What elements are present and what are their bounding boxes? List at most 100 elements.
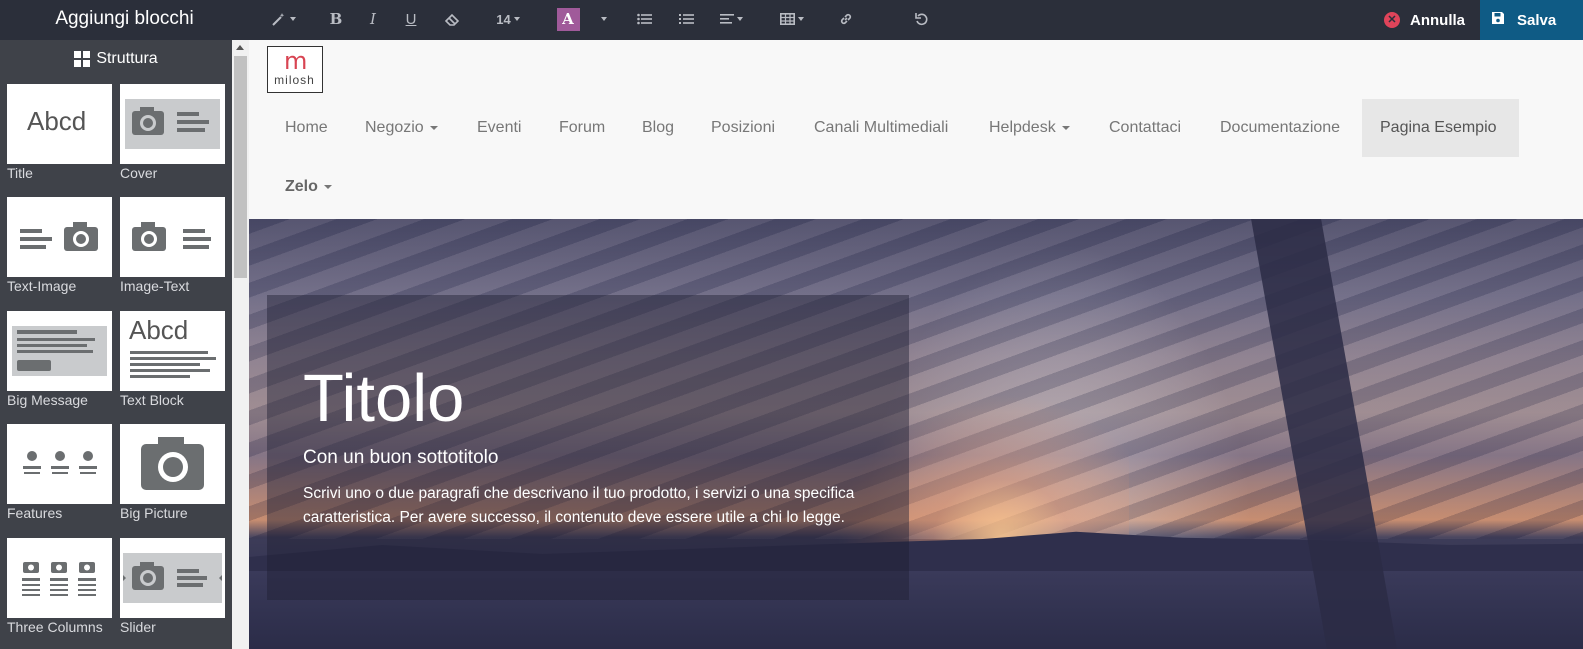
block-label: Three Columns <box>7 619 103 635</box>
italic-icon: I <box>370 10 376 28</box>
bold-button[interactable]: B <box>326 0 346 38</box>
nav-item-posizioni[interactable]: Posizioni <box>711 118 775 138</box>
nav-item-label: Zelo <box>285 178 318 195</box>
nav-item-home[interactable]: Home <box>285 118 328 138</box>
font-size-dropdown[interactable]: 14 <box>490 0 526 38</box>
numbered-list-icon <box>678 13 694 25</box>
nav-item-eventi[interactable]: Eventi <box>477 118 521 138</box>
block-label: Title <box>7 165 33 181</box>
undo-icon <box>915 12 929 26</box>
align-left-icon <box>719 13 734 25</box>
undo-button[interactable] <box>912 0 932 38</box>
nav-item-zelo[interactable]: Zelo <box>285 177 332 197</box>
hero-title[interactable]: Titolo <box>303 359 464 439</box>
magic-style-button[interactable] <box>266 0 300 38</box>
block-three-columns[interactable] <box>7 538 112 618</box>
block-label: Features <box>7 505 63 521</box>
block-label: Cover <box>120 165 158 181</box>
block-label: Image-Text <box>120 278 190 294</box>
block-text-block[interactable]: Abcd <box>120 311 225 391</box>
cover-thumbnail <box>125 99 220 149</box>
hero-subtitle[interactable]: Con un buon sottotitolo <box>303 447 498 469</box>
eraser-icon <box>444 13 460 26</box>
text-lines-icon <box>130 351 216 378</box>
logo-letter: m <box>284 47 308 75</box>
numbered-list-button[interactable] <box>676 0 696 38</box>
block-text-image[interactable] <box>7 197 112 277</box>
underline-button[interactable]: U <box>401 0 421 38</box>
text-image-thumbnail <box>20 222 98 251</box>
block-big-message[interactable] <box>7 311 112 391</box>
block-image-text[interactable] <box>120 197 225 277</box>
cancel-button[interactable]: ✕ Annulla <box>1370 0 1480 40</box>
features-thumbnail <box>23 451 97 474</box>
nav-item-documentazione[interactable]: Documentazione <box>1220 118 1340 138</box>
font-color-icon: A <box>556 7 580 31</box>
nav-item-label: Helpdesk <box>989 119 1056 136</box>
cover-text-box: Titolo Con un buon sottotitolo Scrivi un… <box>267 295 909 600</box>
structure-section-header: Struttura <box>0 40 232 78</box>
table-dropdown[interactable] <box>777 0 807 38</box>
cover-section[interactable]: Titolo Con un buon sottotitolo Scrivi un… <box>249 219 1583 649</box>
italic-button[interactable]: I <box>363 0 383 38</box>
block-features[interactable] <box>7 424 112 504</box>
block-slider[interactable] <box>120 538 225 618</box>
nav-item-forum[interactable]: Forum <box>559 118 605 138</box>
chevron-down-icon <box>600 17 607 21</box>
block-title[interactable]: Abcd <box>7 84 112 164</box>
font-size-value: 14 <box>496 11 511 27</box>
grid-icon <box>74 51 91 67</box>
cancel-icon: ✕ <box>1384 12 1400 28</box>
block-cover[interactable] <box>120 84 225 164</box>
blocks-sidebar: Struttura Abcd Title Cover Text-Image Im… <box>0 40 249 649</box>
bullet-list-button[interactable] <box>634 0 654 38</box>
eraser-button[interactable] <box>441 0 463 38</box>
abcd-thumbnail: Abcd <box>27 106 87 136</box>
save-label: Salva <box>1517 11 1557 29</box>
save-icon <box>1491 11 1505 29</box>
big-message-thumbnail <box>12 326 107 376</box>
nav-item-blog[interactable]: Blog <box>642 118 674 138</box>
block-label: Big Picture <box>120 505 188 521</box>
chevron-down-icon <box>1061 125 1070 130</box>
site-navbar: m milosh Home Negozio Eventi Forum Blog … <box>249 40 1583 219</box>
bullet-list-icon <box>636 13 652 25</box>
sidebar-title: Aggiungi blocchi <box>55 8 194 29</box>
chevron-down-icon <box>323 184 332 189</box>
structure-section-label: Struttura <box>96 50 158 67</box>
nav-item-pagina-esempio[interactable]: Pagina Esempio <box>1380 118 1497 138</box>
save-button[interactable]: Salva <box>1480 0 1583 40</box>
hero-paragraph[interactable]: Scrivi uno o due paragrafi che descrivan… <box>303 482 883 530</box>
block-label: Big Message <box>7 392 88 408</box>
logo-text: milosh <box>274 73 315 87</box>
nav-item-helpdesk[interactable]: Helpdesk <box>989 118 1070 138</box>
nav-item-canali-multimediali[interactable]: Canali Multimediali <box>814 118 948 138</box>
page-canvas: m milosh Home Negozio Eventi Forum Blog … <box>249 40 1583 649</box>
nav-item-contattaci[interactable]: Contattaci <box>1109 118 1181 138</box>
nav-item-label: Negozio <box>365 119 424 136</box>
sidebar-scrollbar-thumb[interactable] <box>234 56 247 278</box>
align-dropdown[interactable] <box>716 0 746 38</box>
image-text-thumbnail <box>132 222 211 251</box>
font-color-dropdown[interactable] <box>594 0 610 38</box>
three-columns-thumbnail <box>22 562 96 596</box>
underline-icon: U <box>405 10 417 28</box>
cancel-label: Annulla <box>1410 11 1465 29</box>
link-button[interactable] <box>836 0 856 38</box>
magic-wand-icon <box>271 12 287 26</box>
scroll-up-icon[interactable] <box>236 45 244 50</box>
site-logo[interactable]: m milosh <box>267 46 323 93</box>
link-icon <box>839 12 853 26</box>
nav-item-negozio[interactable]: Negozio <box>365 118 438 138</box>
block-label: Text-Image <box>7 278 77 294</box>
slider-thumbnail <box>123 553 222 603</box>
table-icon <box>780 13 795 25</box>
block-label: Slider <box>120 619 156 635</box>
editor-toolbar: Aggiungi blocchi B I U 14 A ✕ Annulla Sal… <box>0 0 1583 40</box>
chevron-down-icon <box>429 125 438 130</box>
block-big-picture[interactable] <box>120 424 225 504</box>
block-label: Text Block <box>120 392 184 408</box>
camera-icon <box>141 437 204 490</box>
bold-icon: B <box>329 10 343 28</box>
font-color-button[interactable]: A <box>556 0 580 38</box>
